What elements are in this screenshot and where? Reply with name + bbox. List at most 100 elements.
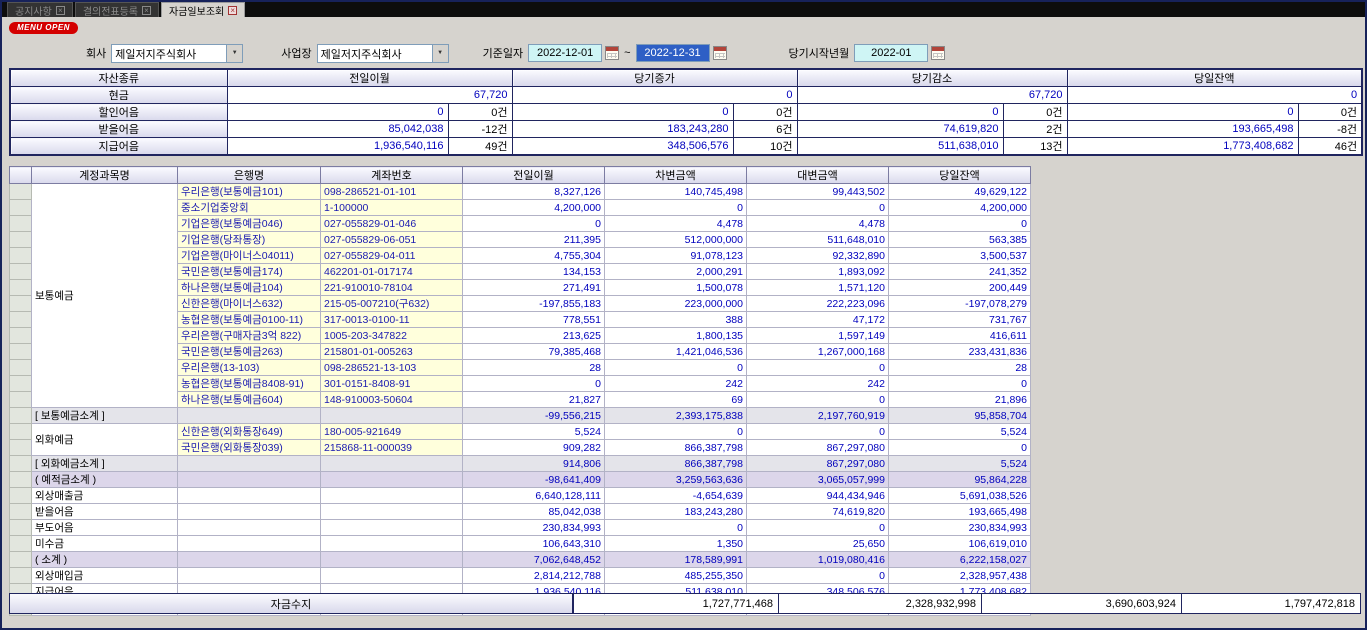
row-selector[interactable] xyxy=(10,408,32,424)
prev-amount-cell[interactable]: 0 xyxy=(463,216,605,232)
account-no-cell[interactable] xyxy=(321,536,463,552)
account-no-cell[interactable]: 221-910010-78104 xyxy=(321,280,463,296)
tab-fund-daily-report[interactable]: 자금일보조회 × xyxy=(161,2,245,17)
row-selector[interactable] xyxy=(10,312,32,328)
prev-amount-cell[interactable]: 2,814,212,788 xyxy=(463,568,605,584)
account-no-cell[interactable]: 1005-203-347822 xyxy=(321,328,463,344)
count-cell[interactable]: 0건 xyxy=(1298,104,1362,121)
credit-amount-cell[interactable]: 0 xyxy=(747,568,889,584)
row-selector[interactable] xyxy=(10,296,32,312)
row-selector[interactable] xyxy=(10,280,32,296)
balance-amount-cell[interactable]: 230,834,993 xyxy=(889,520,1031,536)
bank-name-cell[interactable]: 국민은행(보통예금174) xyxy=(178,264,321,280)
debit-amount-cell[interactable]: 0 xyxy=(605,360,747,376)
credit-amount-cell[interactable]: 99,443,502 xyxy=(747,184,889,200)
prev-amount-cell[interactable]: 213,625 xyxy=(463,328,605,344)
bank-name-cell[interactable]: 기업은행(당좌통장) xyxy=(178,232,321,248)
asset-type-cell[interactable]: 지급어음 xyxy=(10,138,227,156)
count-cell[interactable]: 0건 xyxy=(448,104,512,121)
account-no-cell[interactable] xyxy=(321,408,463,424)
summary-row[interactable]: 지급어음1,936,540,11649건348,506,57610건511,63… xyxy=(10,138,1362,156)
debit-amount-cell[interactable]: 1,421,046,536 xyxy=(605,344,747,360)
account-no-cell[interactable]: 180-005-921649 xyxy=(321,424,463,440)
debit-amount-cell[interactable]: 223,000,000 xyxy=(605,296,747,312)
bank-name-cell[interactable] xyxy=(178,408,321,424)
amount-cell[interactable]: 0 xyxy=(227,104,448,121)
amount-cell[interactable]: 67,720 xyxy=(797,87,1067,104)
count-cell[interactable]: -8건 xyxy=(1298,121,1362,138)
balance-amount-cell[interactable]: 0 xyxy=(889,376,1031,392)
prev-amount-cell[interactable]: 8,327,126 xyxy=(463,184,605,200)
debit-amount-cell[interactable]: 866,387,798 xyxy=(605,456,747,472)
balance-amount-cell[interactable]: 2,328,957,438 xyxy=(889,568,1031,584)
asset-type-cell[interactable]: 할인어음 xyxy=(10,104,227,121)
period-start-input[interactable] xyxy=(854,44,928,62)
base-date-from-input[interactable] xyxy=(528,44,602,62)
amount-cell[interactable]: 511,638,010 xyxy=(797,138,1003,156)
bank-name-cell[interactable]: 중소기업중앙회 xyxy=(178,200,321,216)
credit-amount-cell[interactable]: 74,619,820 xyxy=(747,504,889,520)
row-selector[interactable] xyxy=(10,184,32,200)
account-no-cell[interactable]: 027-055829-04-011 xyxy=(321,248,463,264)
account-no-cell[interactable]: 1-100000 xyxy=(321,200,463,216)
count-cell[interactable]: 6건 xyxy=(733,121,797,138)
amount-cell[interactable]: 0 xyxy=(512,87,797,104)
debit-amount-cell[interactable]: 178,589,991 xyxy=(605,552,747,568)
credit-amount-cell[interactable]: 1,571,120 xyxy=(747,280,889,296)
amount-cell[interactable]: 348,506,576 xyxy=(512,138,733,156)
prev-amount-cell[interactable]: 28 xyxy=(463,360,605,376)
prev-amount-cell[interactable]: 79,385,468 xyxy=(463,344,605,360)
debit-amount-cell[interactable]: 0 xyxy=(605,200,747,216)
balance-amount-cell[interactable]: 5,524 xyxy=(889,456,1031,472)
prev-amount-cell[interactable]: -98,641,409 xyxy=(463,472,605,488)
prev-amount-cell[interactable]: 230,834,993 xyxy=(463,520,605,536)
account-no-cell[interactable] xyxy=(321,520,463,536)
detail-row[interactable]: 미수금106,643,3101,35025,650106,619,010 xyxy=(10,536,1031,552)
calendar-icon[interactable] xyxy=(931,46,945,60)
debit-amount-cell[interactable]: 2,393,175,838 xyxy=(605,408,747,424)
balance-amount-cell[interactable]: 21,896 xyxy=(889,392,1031,408)
account-no-cell[interactable]: 317-0013-0100-11 xyxy=(321,312,463,328)
debit-amount-cell[interactable]: 4,478 xyxy=(605,216,747,232)
bank-name-cell[interactable] xyxy=(178,472,321,488)
credit-amount-cell[interactable]: 1,597,149 xyxy=(747,328,889,344)
row-selector[interactable] xyxy=(10,488,32,504)
row-selector[interactable] xyxy=(10,392,32,408)
credit-amount-cell[interactable]: 0 xyxy=(747,392,889,408)
tab-notice[interactable]: 공지사항 × xyxy=(7,2,73,17)
count-cell[interactable]: 46건 xyxy=(1298,138,1362,156)
balance-amount-cell[interactable]: 0 xyxy=(889,216,1031,232)
account-no-cell[interactable] xyxy=(321,504,463,520)
bank-name-cell[interactable]: 하나은행(보통예금604) xyxy=(178,392,321,408)
debit-amount-cell[interactable]: 1,800,135 xyxy=(605,328,747,344)
row-selector[interactable] xyxy=(10,456,32,472)
debit-amount-cell[interactable]: 1,500,078 xyxy=(605,280,747,296)
prev-amount-cell[interactable]: -99,556,215 xyxy=(463,408,605,424)
bank-name-cell[interactable]: 농협은행(보통예금0100-11) xyxy=(178,312,321,328)
count-cell[interactable]: 0건 xyxy=(1003,104,1067,121)
row-selector[interactable] xyxy=(10,264,32,280)
row-selector[interactable] xyxy=(10,440,32,456)
debit-amount-cell[interactable]: 388 xyxy=(605,312,747,328)
balance-amount-cell[interactable]: 95,864,228 xyxy=(889,472,1031,488)
debit-amount-cell[interactable]: 866,387,798 xyxy=(605,440,747,456)
credit-amount-cell[interactable]: 92,332,890 xyxy=(747,248,889,264)
row-selector[interactable] xyxy=(10,248,32,264)
credit-amount-cell[interactable]: 867,297,080 xyxy=(747,456,889,472)
account-no-cell[interactable] xyxy=(321,552,463,568)
bank-name-cell[interactable] xyxy=(178,568,321,584)
row-selector[interactable] xyxy=(10,472,32,488)
account-no-cell[interactable]: 215-05-007210(구632) xyxy=(321,296,463,312)
count-cell[interactable]: -12건 xyxy=(448,121,512,138)
balance-amount-cell[interactable]: 28 xyxy=(889,360,1031,376)
tab-voucher-entry[interactable]: 결의전표등록 × xyxy=(75,2,159,17)
balance-amount-cell[interactable]: 3,500,537 xyxy=(889,248,1031,264)
base-date-to-input[interactable] xyxy=(636,44,710,62)
close-icon[interactable]: × xyxy=(142,6,151,15)
prev-amount-cell[interactable]: 271,491 xyxy=(463,280,605,296)
fund-balance-value[interactable]: 1,727,771,468 xyxy=(574,594,779,613)
count-cell[interactable]: 0건 xyxy=(733,104,797,121)
debit-amount-cell[interactable]: 69 xyxy=(605,392,747,408)
row-selector[interactable] xyxy=(10,200,32,216)
company-select[interactable]: 제일저지주식회사 ▼ xyxy=(111,44,243,63)
